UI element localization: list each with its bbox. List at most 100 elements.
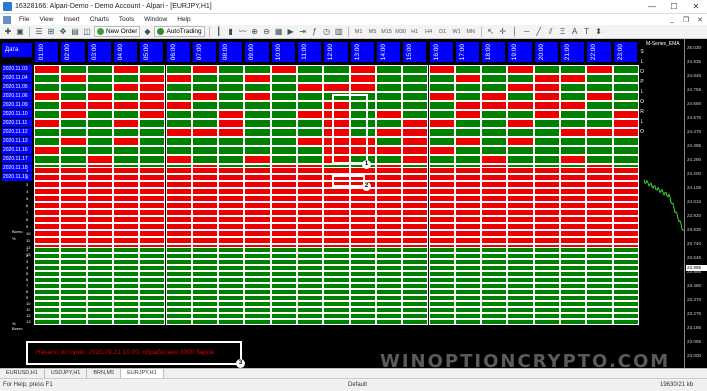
heatmap-cell xyxy=(349,237,376,244)
templates-icon[interactable]: ▥ xyxy=(334,27,344,37)
menu-view[interactable]: View xyxy=(34,16,58,23)
new-chart-icon[interactable]: ✚ xyxy=(3,27,13,37)
price-tick: 24.570 xyxy=(687,115,702,120)
terminal-icon[interactable]: ▤ xyxy=(70,27,80,37)
heatmap-cell xyxy=(507,83,534,92)
close-button[interactable]: ✕ xyxy=(685,2,707,11)
annotation-marker-2: 2 xyxy=(362,182,371,191)
line-chart-icon[interactable]: 〰 xyxy=(238,27,248,37)
heatmap-cell xyxy=(481,181,508,188)
timeframe-h4[interactable]: H4 xyxy=(423,29,435,35)
data-window-icon[interactable]: ⊞ xyxy=(46,27,56,37)
timeframe-h1[interactable]: H1 xyxy=(409,29,421,35)
maximize-button[interactable]: ☐ xyxy=(663,2,685,11)
indicators-icon[interactable]: ƒ xyxy=(310,27,320,37)
metaeditor-icon[interactable]: ◆ xyxy=(142,27,152,37)
cursor-icon[interactable]: ↖ xyxy=(486,27,496,37)
heatmap-cell xyxy=(244,83,271,92)
channel-icon[interactable]: ⫽ xyxy=(546,27,556,37)
heatmap-cell xyxy=(612,110,639,119)
trendline-icon[interactable]: ╱ xyxy=(534,27,544,37)
heatmap-cell xyxy=(454,174,482,181)
heatmap-cell xyxy=(270,237,297,244)
arrows-icon[interactable]: ⬍ xyxy=(594,27,604,37)
price-tick: 24.475 xyxy=(687,129,702,134)
autoscroll-icon[interactable]: ▶ xyxy=(286,27,296,37)
heatmap-cell xyxy=(165,319,192,325)
heatmap-cell xyxy=(218,237,245,244)
heatmap-cell xyxy=(34,119,61,128)
timeframe-mn[interactable]: MN xyxy=(465,29,477,35)
navigator-icon[interactable]: ✥ xyxy=(58,27,68,37)
strategy-tester-icon[interactable]: ◫ xyxy=(82,27,92,37)
heatmap-cell xyxy=(428,155,455,164)
vertical-line-icon[interactable]: │ xyxy=(510,27,520,37)
chart-window[interactable]: Дата M-Series_EMA 01:00 02:00 03:00 04:00 05… xyxy=(0,39,707,368)
timeframe-m1[interactable]: M1 xyxy=(353,29,365,35)
heatmap-cell xyxy=(244,188,271,195)
heatmap-cell xyxy=(454,167,482,174)
menu-charts[interactable]: Charts xyxy=(85,16,114,23)
periods-icon[interactable]: ◷ xyxy=(322,27,332,37)
heatmap-cell xyxy=(481,216,508,223)
heatmap-cell xyxy=(402,65,429,74)
heatmap-cell xyxy=(533,92,560,101)
bar-chart-icon[interactable]: ┃ xyxy=(214,27,224,37)
timeframe-m30[interactable]: M30 xyxy=(395,29,407,35)
heatmap-cell xyxy=(139,319,166,325)
heatmap-cell xyxy=(481,101,508,110)
label-icon[interactable]: T xyxy=(582,27,592,37)
heatmap-cell xyxy=(112,319,140,325)
timeframe-m5[interactable]: M5 xyxy=(367,29,379,35)
heatmap-cell xyxy=(297,137,324,146)
menu-tools[interactable]: Tools xyxy=(114,16,139,23)
market-watch-icon[interactable]: ☰ xyxy=(34,27,44,37)
menu-window[interactable]: Window xyxy=(139,16,172,23)
crosshair-icon[interactable]: ✛ xyxy=(498,27,508,37)
heatmap-cell xyxy=(244,92,271,101)
heatmap-cell xyxy=(402,101,429,110)
chart-shift-icon[interactable]: ⇥ xyxy=(298,27,308,37)
text-icon[interactable]: A xyxy=(570,27,580,37)
tab-brn[interactable]: BRN,M5 xyxy=(87,369,122,378)
profiles-icon[interactable]: ▣ xyxy=(15,27,25,37)
heatmap-cell xyxy=(428,181,455,188)
zoom-out-icon[interactable]: ⊖ xyxy=(262,27,272,37)
heatmap-cell xyxy=(34,216,61,223)
heatmap-cell xyxy=(191,319,219,325)
heatmap-cell xyxy=(507,74,534,83)
heatmap-cell xyxy=(454,216,482,223)
heatmap-cell xyxy=(244,195,271,202)
fibonacci-icon[interactable]: Ξ xyxy=(558,27,568,37)
tile-windows-icon[interactable]: ▦ xyxy=(274,27,284,37)
heatmap-cell xyxy=(112,202,140,209)
heatmap-cell xyxy=(612,319,639,325)
horizontal-line-icon[interactable]: ─ xyxy=(522,27,532,37)
tab-eurusd[interactable]: EURUSD,H1 xyxy=(0,369,45,378)
heatmap-cell xyxy=(481,237,508,244)
new-order-button[interactable]: New Order xyxy=(94,26,141,37)
timeframe-d1[interactable]: D1 xyxy=(437,29,449,35)
heatmap-cell xyxy=(454,110,482,119)
mdi-minimize-button[interactable]: _ xyxy=(665,16,679,24)
mdi-close-button[interactable]: ✕ xyxy=(693,16,707,24)
heatmap-cell xyxy=(612,181,639,188)
autotrading-button[interactable]: AutoTrading xyxy=(154,26,205,37)
timeframe-m15[interactable]: M15 xyxy=(381,29,393,35)
mdi-restore-button[interactable]: ❐ xyxy=(679,16,693,24)
hour-label: 14:00 xyxy=(379,44,387,61)
menu-help[interactable]: Help xyxy=(172,16,195,23)
timeframe-w1[interactable]: W1 xyxy=(451,29,463,35)
price-scale[interactable]: 25.030 24.935 24.845 24.755 24.660 24.570 24.4… xyxy=(684,39,707,368)
minimize-button[interactable]: — xyxy=(641,2,663,11)
menu-file[interactable]: File xyxy=(14,16,34,23)
heatmap-cell xyxy=(507,181,534,188)
tab-usdjpy[interactable]: USDJPY,H1 xyxy=(45,369,88,378)
tab-eurjpy[interactable]: EURJPY,H1 xyxy=(121,369,164,378)
zoom-in-icon[interactable]: ⊕ xyxy=(250,27,260,37)
menu-insert[interactable]: Insert xyxy=(58,16,84,23)
heatmap-cell xyxy=(34,230,61,237)
heatmap-cell xyxy=(86,83,113,92)
candlestick-icon[interactable]: ▮ xyxy=(226,27,236,37)
date-label: 2020.11.05 xyxy=(2,83,32,91)
